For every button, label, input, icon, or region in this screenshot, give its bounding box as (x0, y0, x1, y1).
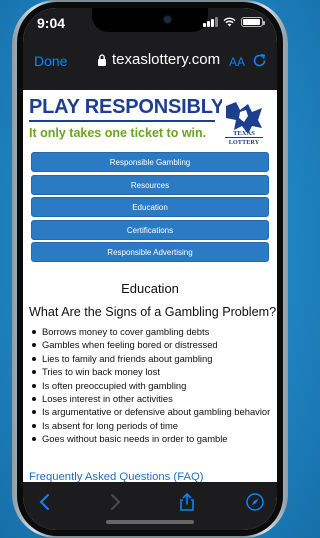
done-button[interactable]: Done (34, 53, 67, 69)
home-indicator (106, 520, 194, 524)
phone-screen: 9:04 Done texaslottery.com AA PLAY RESPO… (23, 8, 277, 530)
status-icons (203, 17, 265, 27)
chevron-right-icon[interactable] (105, 492, 125, 512)
banner-rule (29, 120, 215, 122)
texas-lottery-logo: TEXAS LOTTERY (222, 98, 266, 146)
menu-item-responsible-advertising[interactable]: Responsible Advertising (31, 242, 269, 262)
section-heading: What Are the Signs of a Gambling Problem… (29, 305, 277, 319)
share-icon[interactable] (177, 492, 197, 512)
wifi-icon (223, 17, 236, 27)
menu-item-certifications[interactable]: Certifications (31, 219, 269, 240)
lock-icon (98, 53, 106, 66)
page-title: Education (121, 281, 179, 296)
list-item: Is argumentative or defensive about gamb… (29, 405, 271, 418)
banner-subtitle: It only takes one ticket to win. (29, 126, 207, 140)
svg-text:LOTTERY: LOTTERY (229, 139, 260, 146)
list-item: Tries to win back money lost (29, 365, 271, 378)
status-time: 9:04 (37, 15, 66, 31)
url-text: texaslottery.com (112, 51, 221, 68)
faq-link[interactable]: Frequently Asked Questions (FAQ) (29, 471, 204, 482)
menu-item-education[interactable]: Education (31, 197, 269, 217)
svg-text:TEXAS: TEXAS (233, 130, 255, 137)
safari-nav-row: Done texaslottery.com AA (23, 48, 277, 76)
list-item: Loses interest in other activities (29, 392, 271, 405)
list-item: Is often preoccupied with gambling (29, 379, 271, 392)
menu-item-responsible-gambling[interactable]: Responsible Gambling (31, 152, 269, 172)
chevron-left-icon[interactable] (35, 492, 55, 512)
responsible-gaming-menu: Responsible Gambling Resources Education… (31, 152, 269, 265)
play-responsibly-banner: PLAY RESPONSIBLY It only takes one ticke… (29, 96, 271, 148)
battery-icon (241, 17, 265, 27)
banner-title: PLAY RESPONSIBLY (29, 96, 225, 118)
signs-list: Borrows money to cover gambling debts Ga… (29, 325, 271, 446)
front-camera-icon (164, 16, 171, 23)
web-page: PLAY RESPONSIBLY It only takes one ticke… (23, 90, 277, 482)
safari-bottom-toolbar (23, 482, 277, 530)
safari-top-bar: 9:04 Done texaslottery.com AA (23, 8, 277, 90)
list-item: Lies to family and friends about gamblin… (29, 352, 271, 365)
compass-icon[interactable] (245, 492, 265, 512)
address-bar[interactable]: texaslottery.com (97, 51, 220, 68)
list-item: Is absent for long periods of time (29, 419, 271, 432)
list-item: Borrows money to cover gambling debts (29, 325, 271, 338)
list-item: Gambles when feeling bored or distressed (29, 338, 271, 351)
notch (92, 8, 208, 32)
menu-item-resources[interactable]: Resources (31, 174, 269, 195)
reload-icon[interactable] (251, 52, 268, 69)
text-size-button[interactable]: AA (229, 55, 245, 69)
text-size-label: AA (229, 55, 246, 69)
cellular-signal-icon (203, 17, 218, 27)
list-item: Goes without basic needs in order to gam… (29, 432, 271, 445)
